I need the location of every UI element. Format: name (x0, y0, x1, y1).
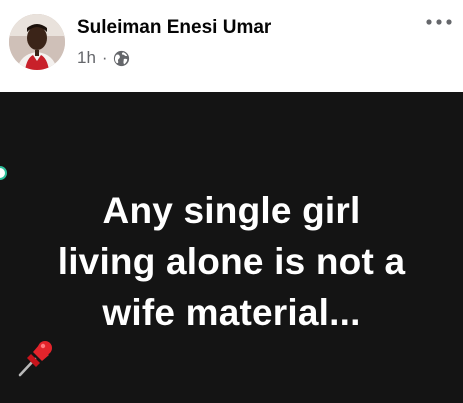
post-author-name[interactable]: Suleiman Enesi Umar (77, 17, 271, 39)
post-text-background: Any single girl living alone is not a wi… (0, 92, 463, 403)
post-text-line-3: wife material... (10, 287, 453, 378)
globe-icon[interactable] (113, 50, 130, 67)
post-text: Any single girl living alone is not a wi… (10, 185, 453, 378)
post-header: Suleiman Enesi Umar 1h · (0, 0, 463, 92)
post-text-line-3-text: wife material... (102, 292, 361, 333)
avatar-image (9, 14, 65, 70)
more-options-icon[interactable] (424, 10, 454, 34)
post-text-line-1: Any single girl (102, 190, 361, 231)
post-timestamp[interactable]: 1h (77, 48, 96, 68)
pushpin-icon (16, 338, 56, 378)
meta-separator: · (101, 48, 108, 67)
post-text-line-2: living alone is not a (57, 241, 406, 282)
edge-indicator (0, 166, 7, 180)
post-meta: 1h · (77, 48, 130, 68)
avatar[interactable] (9, 14, 65, 70)
